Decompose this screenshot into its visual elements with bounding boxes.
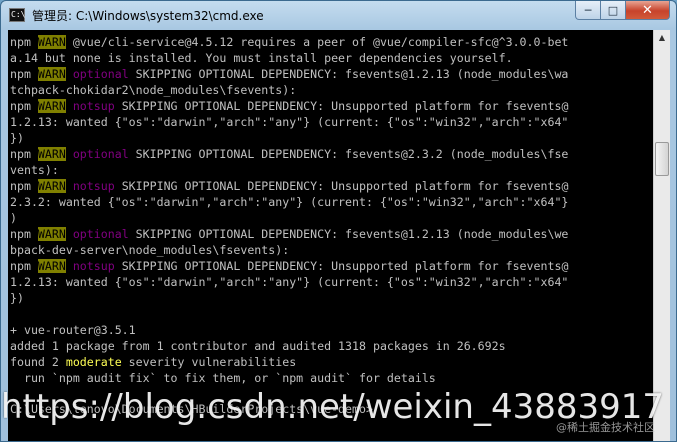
cmd-window: C:\ 管理员: C:\Windows\system32\cmd.exe ─ □… [0, 0, 677, 442]
console-text: npm WARN @vue/cli-service@4.5.12 require… [10, 34, 568, 386]
console-line: npm WARN notsup SKIPPING OPTIONAL DEPEND… [10, 98, 568, 114]
console-line: npm WARN notsup SKIPPING OPTIONAL DEPEND… [10, 258, 568, 274]
console-text-segment: npm [10, 35, 38, 49]
console-text-segment: found 2 [10, 355, 66, 369]
console-text-segment: npm [10, 67, 38, 81]
console-line: npm WARN @vue/cli-service@4.5.12 require… [10, 34, 568, 50]
console-optional-tag: optional [72, 227, 129, 241]
console-notsup-tag: notsup [72, 179, 115, 193]
console-text-segment: }) [10, 131, 24, 145]
console-output[interactable]: npm WARN @vue/cli-service@4.5.12 require… [8, 30, 653, 441]
console-text-segment: tchpack-chokidar2\node_modules\fsevents)… [10, 83, 297, 97]
console-text-segment: + vue-router@3.5.1 [10, 323, 136, 337]
console-line: }) [10, 130, 568, 146]
console-line: vents): [10, 162, 568, 178]
console-line: + vue-router@3.5.1 [10, 322, 568, 338]
console-text-segment: run `npm audit fix` to fix them, or `npm… [10, 371, 436, 385]
close-button[interactable]: ✕ [626, 1, 670, 20]
console-warn-tag: WARN [37, 99, 66, 113]
console-text-segment [66, 147, 73, 161]
console-text-segment [66, 67, 73, 81]
console-text-segment [66, 179, 73, 193]
maximize-button[interactable]: □ [601, 1, 626, 20]
console-text-segment: SKIPPING OPTIONAL DEPENDENCY: Unsupporte… [114, 99, 569, 113]
console-line: bpack-dev-server\node_modules\fsevents): [10, 242, 568, 258]
console-text-segment: npm [10, 147, 38, 161]
console-text-segment: vents): [10, 163, 59, 177]
console-text-segment: }) [10, 291, 24, 305]
console-text-segment [66, 227, 73, 241]
console-text-segment: severity vulnerabilities [121, 355, 297, 369]
console-notsup-tag: notsup [72, 259, 115, 273]
console-optional-tag: optional [72, 147, 129, 161]
console-line: found 2 moderate severity vulnerabilitie… [10, 354, 568, 370]
console-line: npm WARN optional SKIPPING OPTIONAL DEPE… [10, 146, 568, 162]
console-text-segment: SKIPPING OPTIONAL DEPENDENCY: Unsupporte… [114, 179, 569, 193]
console-line: added 1 package from 1 contributor and a… [10, 338, 568, 354]
cmd-app-icon[interactable]: C:\ [9, 8, 25, 22]
console-line: tchpack-chokidar2\node_modules\fsevents)… [10, 82, 568, 98]
console-line: npm WARN notsup SKIPPING OPTIONAL DEPEND… [10, 178, 568, 194]
window-controls: ─ □ ✕ [575, 1, 670, 21]
console-warn-tag: WARN [37, 179, 66, 193]
console-text-segment: @vue/cli-service@4.5.12 requires a peer … [65, 35, 569, 49]
console-text-segment: 2.3.2: wanted {"os":"darwin","arch":"any… [10, 195, 569, 209]
console-warn-tag: WARN [37, 67, 66, 81]
console-text-segment: ) [10, 211, 17, 225]
console-warn-tag: WARN [37, 147, 66, 161]
console-warn-tag: WARN [37, 259, 66, 273]
console-text-segment: npm [10, 99, 38, 113]
console-line: }) [10, 290, 568, 306]
console-line: 2.3.2: wanted {"os":"darwin","arch":"any… [10, 194, 568, 210]
window-title: 管理员: C:\Windows\system32\cmd.exe [32, 9, 264, 23]
console-line: npm WARN optional SKIPPING OPTIONAL DEPE… [10, 66, 568, 82]
console-text-segment: SKIPPING OPTIONAL DEPENDENCY: fsevents@2… [128, 147, 569, 161]
console-line: run `npm audit fix` to fix them, or `npm… [10, 370, 568, 386]
console-notsup-tag: notsup [72, 99, 115, 113]
console-text-segment: 1.2.13: wanted {"os":"darwin","arch":"an… [10, 115, 569, 129]
watermark-community: @稀土掘金技术社区 [556, 421, 655, 434]
console-text-segment: npm [10, 259, 38, 273]
console-moderate-tag: moderate [65, 355, 122, 369]
console-text-segment: SKIPPING OPTIONAL DEPENDENCY: fsevents@1… [128, 67, 569, 81]
console-line: ) [10, 210, 568, 226]
console-text-segment: 1.2.13: wanted {"os":"darwin","arch":"an… [10, 275, 569, 289]
console-text-segment: SKIPPING OPTIONAL DEPENDENCY: Unsupporte… [114, 259, 569, 273]
console-line: 1.2.13: wanted {"os":"darwin","arch":"an… [10, 114, 568, 130]
console-text-segment: a.14 but none is installed. You must ins… [10, 51, 513, 65]
console-line: a.14 but none is installed. You must ins… [10, 50, 568, 66]
console-line: 1.2.13: wanted {"os":"darwin","arch":"an… [10, 274, 568, 290]
scroll-thumb[interactable] [655, 142, 669, 176]
console-warn-tag: WARN [37, 227, 66, 241]
console-warn-tag: WARN [37, 35, 66, 49]
console-text-segment: npm [10, 179, 38, 193]
console-text-segment: bpack-dev-server\node_modules\fsevents): [10, 243, 290, 257]
cmd-app-icon-label: C:\ [11, 10, 26, 19]
console-text-segment: npm [10, 227, 38, 241]
console-text-segment [66, 99, 73, 113]
title-bar[interactable]: C:\ 管理员: C:\Windows\system32\cmd.exe ─ □… [1, 1, 676, 29]
minimize-button[interactable]: ─ [575, 1, 601, 20]
console-text-segment: SKIPPING OPTIONAL DEPENDENCY: fsevents@1… [128, 227, 569, 241]
console-text-segment [66, 259, 73, 273]
console-line: npm WARN optional SKIPPING OPTIONAL DEPE… [10, 226, 568, 242]
console-text-segment: added 1 package from 1 contributor and a… [10, 339, 506, 353]
console-optional-tag: optional [72, 67, 129, 81]
vertical-scrollbar[interactable]: ▲ [653, 30, 670, 441]
scroll-up-arrow-icon[interactable]: ▲ [654, 30, 670, 46]
